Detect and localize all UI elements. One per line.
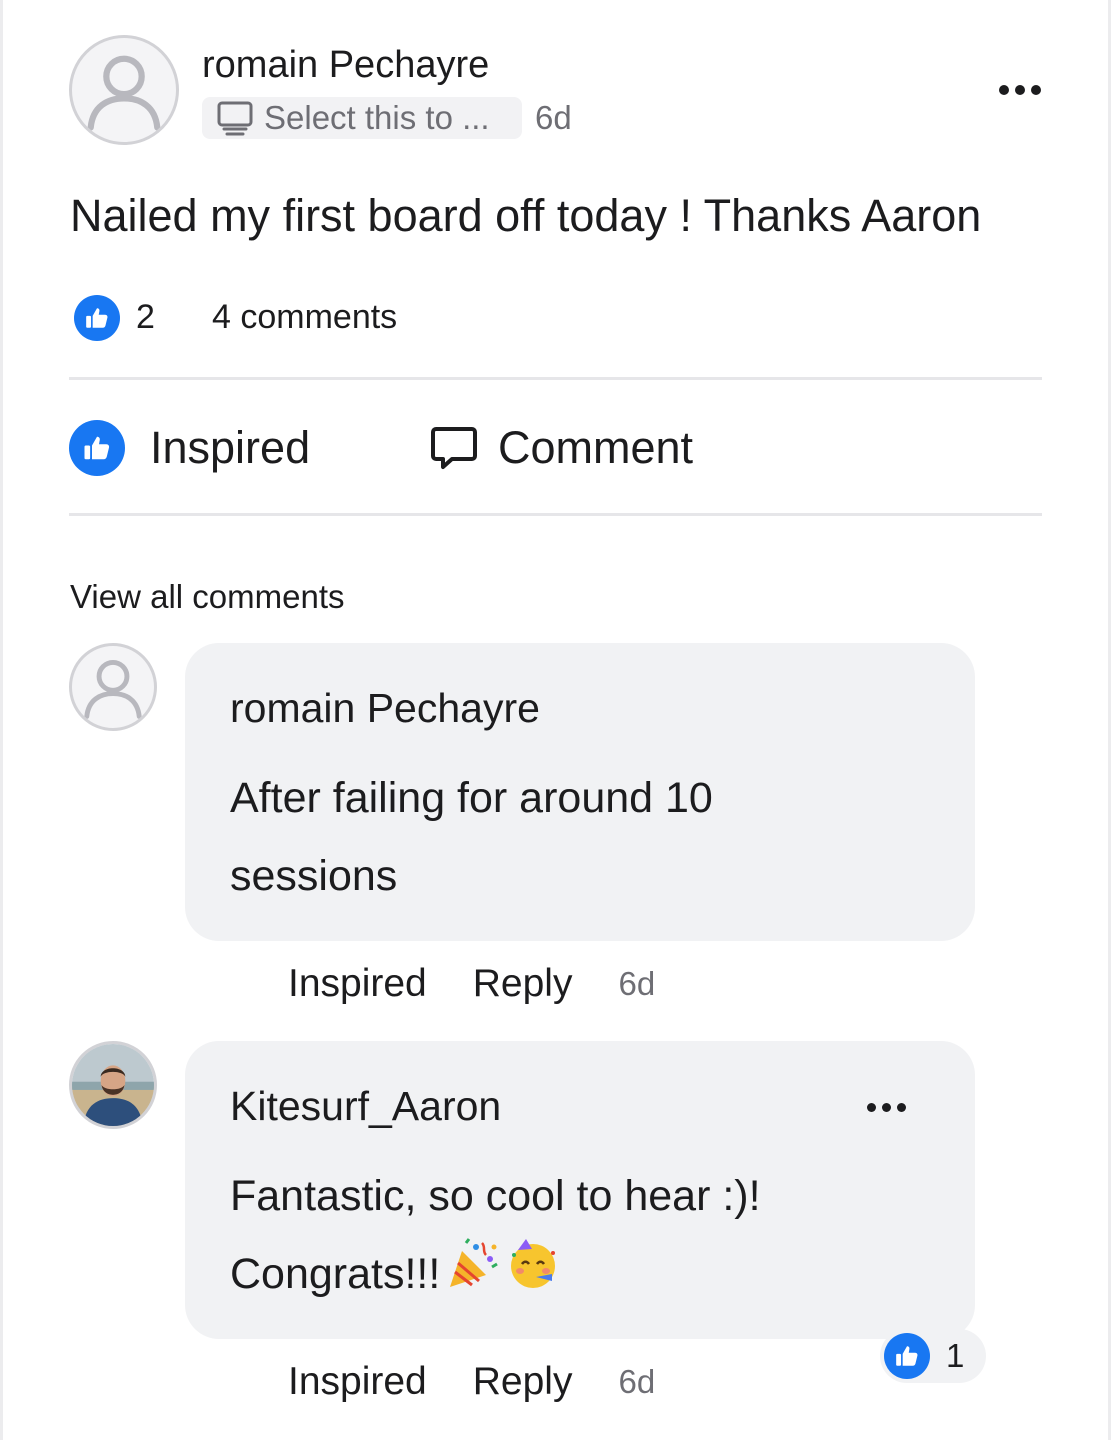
user-photo-avatar: [72, 1044, 154, 1126]
comment-inspired-button[interactable]: Inspired: [288, 1360, 427, 1404]
reaction-count: 1: [946, 1337, 965, 1374]
computer-icon: [217, 101, 253, 136]
comment-button-label: Comment: [498, 422, 694, 473]
divider: [69, 513, 1042, 516]
dot-icon: [999, 85, 1009, 95]
comment-bubble: Kitesurf_Aaron Fantastic, so cool to hea…: [185, 1041, 975, 1339]
comment-text-wrapper: Fantastic, so cool to hear :)! Congrats!…: [230, 1157, 870, 1316]
audience-label: Select this to ...: [264, 99, 490, 136]
thumbs-up-icon: [69, 420, 125, 476]
party-popper-emoji: [446, 1237, 500, 1316]
inspired-button-label: Inspired: [150, 422, 311, 473]
comment-timestamp: 6d: [618, 1363, 656, 1400]
left-edge: [0, 0, 3, 1440]
divider: [69, 377, 1042, 380]
post-more-options-button[interactable]: [999, 85, 1041, 95]
comments-count-link[interactable]: 4 comments: [212, 298, 397, 337]
comment-reply-button[interactable]: Reply: [473, 962, 573, 1006]
comment-actions: Inspired Reply 6d: [288, 1360, 655, 1404]
post-timestamp: 6d: [535, 99, 572, 136]
post-author-avatar[interactable]: [69, 35, 179, 145]
comment-timestamp: 6d: [618, 965, 656, 1002]
comment-text: After failing for around 10 sessions: [230, 774, 713, 900]
speech-bubble-icon: [431, 427, 477, 469]
comment-actions: Inspired Reply 6d: [288, 962, 655, 1006]
comment-more-options-button[interactable]: [867, 1103, 906, 1112]
comment-reaction-summary[interactable]: 1: [880, 1329, 986, 1383]
comment-author-name[interactable]: romain Pechayre: [230, 685, 540, 732]
comment-author-avatar[interactable]: [69, 1041, 157, 1129]
comment-bubble: romain Pechayre After failing for around…: [185, 643, 975, 941]
thumbs-up-icon: [74, 295, 120, 341]
thumbs-up-icon: [884, 1333, 930, 1379]
audience-selector[interactable]: Select this to ...: [202, 97, 522, 139]
default-user-icon: [87, 55, 161, 131]
comment-reply-button[interactable]: Reply: [473, 1360, 573, 1404]
comment-button[interactable]: Comment: [430, 420, 693, 476]
view-all-comments-link[interactable]: View all comments: [70, 578, 345, 616]
default-user-icon: [84, 659, 142, 719]
comment-inspired-button[interactable]: Inspired: [288, 962, 427, 1006]
dot-icon: [882, 1103, 891, 1112]
post-author-name[interactable]: romain Pechayre: [202, 44, 489, 87]
comment-author-name[interactable]: Kitesurf_Aaron: [230, 1083, 501, 1130]
inspired-button[interactable]: Inspired: [69, 420, 310, 476]
partying-face-emoji: [506, 1237, 560, 1316]
like-count[interactable]: 2: [136, 298, 155, 337]
dot-icon: [897, 1103, 906, 1112]
dot-icon: [1031, 85, 1041, 95]
post-body-text: Nailed my first board off today ! Thanks…: [70, 190, 982, 241]
dot-icon: [1015, 85, 1025, 95]
dot-icon: [867, 1103, 876, 1112]
comment-author-avatar[interactable]: [69, 643, 157, 731]
